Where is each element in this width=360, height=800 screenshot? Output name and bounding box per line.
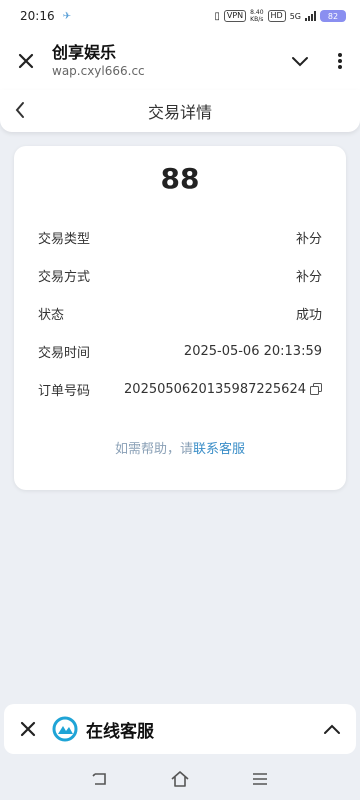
row-value: 成功 <box>295 307 322 323</box>
close-icon <box>18 53 34 69</box>
row-label: 状态 <box>38 307 65 323</box>
page-title: 交易详情 <box>147 103 212 122</box>
system-nav-bar <box>0 758 360 800</box>
nav-home-button[interactable] <box>164 763 196 795</box>
row-value: 补分 <box>295 231 322 247</box>
cs-expand-button[interactable] <box>308 704 356 754</box>
help-prefix: 如需帮助，请 <box>114 442 193 457</box>
copy-icon[interactable] <box>310 383 322 395</box>
browser-more-button[interactable] <box>320 32 360 90</box>
network-type: 5G <box>289 11 301 21</box>
row-label: 订单号码 <box>38 383 91 399</box>
order-value: 20250506201359872256​24 <box>124 382 322 397</box>
network-speed: 8.40 KB/s <box>250 9 264 23</box>
chevron-down-icon <box>292 57 308 67</box>
row-label: 交易时间 <box>38 345 91 361</box>
home-icon <box>171 771 189 787</box>
transaction-amount: 88 <box>160 162 200 195</box>
nav-back-button[interactable] <box>84 763 116 795</box>
row-label: 交易方式 <box>38 269 91 285</box>
support-logo-icon <box>52 716 78 742</box>
detail-row-status: 状态 成功 <box>38 294 322 332</box>
back-button[interactable] <box>6 96 34 124</box>
nav-menu-button[interactable] <box>244 763 276 795</box>
row-value: 2025-05-06 20:13:59 <box>183 343 322 359</box>
vibrate-icon: ▯ <box>214 10 220 22</box>
hd-badge: HD <box>267 10 286 22</box>
cs-close-button[interactable] <box>4 704 52 754</box>
row-label: 交易类型 <box>38 231 91 247</box>
help-text: 如需帮助，请联系客服 <box>14 438 346 457</box>
battery-level: 82 <box>327 11 339 21</box>
customer-service-title: 在线客服 <box>86 721 154 742</box>
detail-row-method: 交易方式 补分 <box>38 256 322 294</box>
detail-row-time: 交易时间 2025-05-06 20:13:59 <box>38 332 322 370</box>
menu-icon <box>253 773 267 785</box>
status-time: 20:16 <box>20 9 55 23</box>
vpn-badge: VPN <box>223 10 247 22</box>
back-arrow-icon <box>92 773 106 785</box>
row-value: 补分 <box>295 269 322 285</box>
chevron-up-icon <box>324 724 340 734</box>
detail-row-order: 订单号码 20250506201359872256​24 <box>38 370 322 408</box>
detail-row-type: 交易类型 补分 <box>38 218 322 256</box>
bird-icon: ✈ <box>62 10 71 22</box>
contact-support-link[interactable]: 联系客服 <box>193 442 245 457</box>
browser-header: 创享娱乐 wap.cxyl666.cc <box>0 32 360 90</box>
close-icon <box>20 721 36 737</box>
browser-expand-button[interactable] <box>280 32 320 90</box>
browser-close-button[interactable] <box>0 32 52 90</box>
chevron-left-icon <box>15 102 24 118</box>
order-number: 20250506201359872256​24 <box>124 381 306 397</box>
page-header: 交易详情 <box>0 90 360 132</box>
status-bar: 20:16 ✈ ▯ VPN 8.40 KB/s HD 5G 82 <box>0 0 360 32</box>
signal-icon <box>305 11 316 21</box>
transaction-card: 88 交易类型 补分 交易方式 补分 状态 成功 交易时间 2025-05-06… <box>14 146 346 490</box>
customer-service-bar: 在线客服 <box>4 704 356 754</box>
more-vertical-icon <box>338 53 342 69</box>
battery-icon: 82 <box>320 10 346 22</box>
site-name: 创享娱乐 <box>52 43 117 62</box>
site-url: wap.cxyl666.cc <box>52 64 145 78</box>
